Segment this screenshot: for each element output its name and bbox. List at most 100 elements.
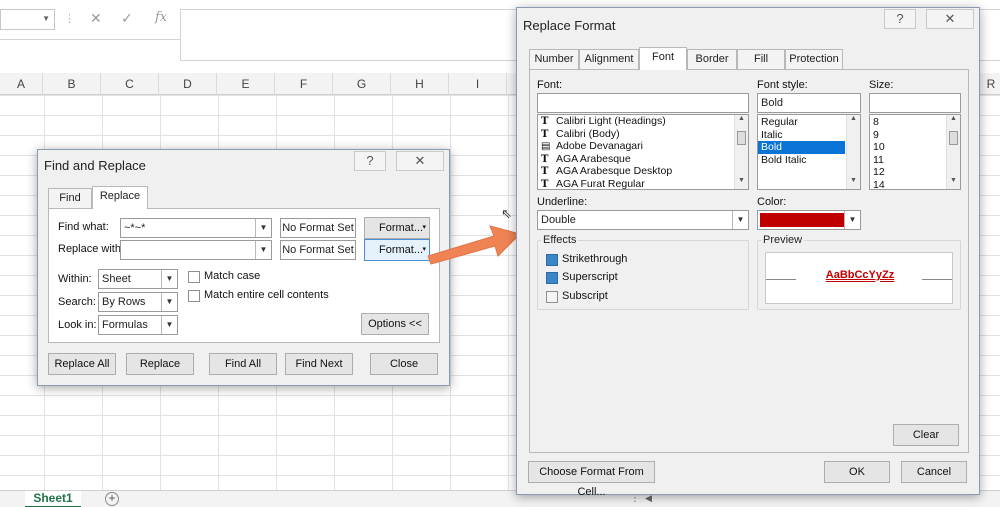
look-in-label: Look in: xyxy=(58,319,97,331)
choose-format-from-cell-button[interactable]: Choose Format From Cell... xyxy=(528,461,655,498)
close-icon[interactable]: ✕ xyxy=(926,9,974,29)
cancel-button[interactable]: Cancel xyxy=(901,461,967,483)
scroll-thumb[interactable] xyxy=(737,131,746,145)
font-name: Calibri (Body) xyxy=(556,127,620,140)
column-header[interactable]: I xyxy=(449,73,507,95)
column-header[interactable]: G xyxy=(333,73,391,95)
help-icon[interactable]: ? xyxy=(354,151,386,171)
insert-function-icon[interactable]: fx xyxy=(155,10,167,25)
column-header[interactable]: E xyxy=(217,73,275,95)
column-header[interactable]: C xyxy=(101,73,159,95)
superscript-checkbox[interactable] xyxy=(546,272,558,284)
column-header[interactable]: A xyxy=(0,73,43,95)
list-item[interactable]: T Calibri Light (Headings) xyxy=(538,115,748,128)
chevron-down-icon[interactable]: ▼ xyxy=(255,219,271,237)
find-all-button[interactable]: Find All xyxy=(209,353,277,375)
scroll-down-icon[interactable]: ▼ xyxy=(947,177,960,189)
list-item[interactable]: Bold Italic xyxy=(758,154,860,167)
preview-label: Preview xyxy=(761,234,805,246)
list-item[interactable]: ▤ Adobe Devanagari xyxy=(538,140,748,153)
font-input[interactable] xyxy=(537,93,749,113)
match-case-checkbox[interactable] xyxy=(188,271,200,283)
scroll-up-icon[interactable]: ▲ xyxy=(735,115,748,127)
scroll-thumb[interactable] xyxy=(949,131,958,145)
column-header[interactable]: H xyxy=(391,73,449,95)
column-header[interactable]: R xyxy=(982,73,1000,95)
subscript-checkbox[interactable] xyxy=(546,291,558,303)
tab-border[interactable]: Border xyxy=(687,49,737,69)
separator-dots: ⋮ xyxy=(64,13,75,25)
dialog-title: Replace Format xyxy=(523,18,616,33)
scroll-up-icon[interactable]: ▲ xyxy=(947,115,960,127)
search-select[interactable]: By Rows ▼ xyxy=(98,292,178,312)
scroll-down-icon[interactable]: ▼ xyxy=(735,177,748,189)
replace-all-button[interactable]: Replace All xyxy=(48,353,116,375)
column-header[interactable]: F xyxy=(275,73,333,95)
color-picker[interactable]: ▼ xyxy=(757,210,861,230)
close-icon[interactable]: ✕ xyxy=(396,151,444,171)
within-label: Within: xyxy=(58,273,92,285)
match-entire-label: Match entire cell contents xyxy=(204,289,329,301)
size-input[interactable] xyxy=(869,93,961,113)
truetype-icon: T xyxy=(541,178,549,190)
size-list[interactable]: 8 9 10 11 12 14 ▲ ▼ xyxy=(869,114,961,190)
column-header[interactable]: B xyxy=(43,73,101,95)
tab-font[interactable]: Font xyxy=(639,47,687,70)
list-item[interactable]: T AGA Arabesque Desktop xyxy=(538,165,748,178)
chevron-down-icon[interactable]: ▼ xyxy=(732,211,748,229)
underline-select[interactable]: Double ▼ xyxy=(537,210,749,230)
enter-check-icon[interactable]: ✓ xyxy=(121,10,133,27)
close-button[interactable]: Close xyxy=(370,353,438,375)
chevron-down-icon[interactable]: ▼ xyxy=(161,270,177,288)
list-item[interactable]: T AGA Arabesque xyxy=(538,153,748,166)
color-swatch xyxy=(760,213,844,227)
column-header[interactable]: D xyxy=(159,73,217,95)
tab-replace[interactable]: Replace xyxy=(92,186,148,209)
font-list[interactable]: T Calibri Light (Headings) T Calibri (Body… xyxy=(537,114,749,190)
list-item[interactable]: Italic xyxy=(758,129,845,142)
clear-button[interactable]: Clear xyxy=(893,424,959,446)
chevron-down-icon[interactable]: ▼ xyxy=(42,14,50,23)
list-item[interactable]: T Calibri (Body) xyxy=(538,128,748,141)
font-style-list[interactable]: Regular Italic Bold Bold Italic ▲ ▼ xyxy=(757,114,861,190)
tab-fill[interactable]: Fill xyxy=(737,49,785,69)
chevron-down-icon[interactable]: ▼ xyxy=(255,241,271,259)
match-entire-checkbox[interactable] xyxy=(188,290,200,302)
within-select[interactable]: Sheet ▼ xyxy=(98,269,178,289)
list-item[interactable]: Bold xyxy=(758,141,845,154)
look-in-select[interactable]: Formulas ▼ xyxy=(98,315,178,335)
chevron-down-icon[interactable]: ▼ xyxy=(161,293,177,311)
strikethrough-checkbox[interactable] xyxy=(546,254,558,266)
font-style-input[interactable]: Bold xyxy=(757,93,861,113)
scroll-up-icon[interactable]: ▲ xyxy=(847,115,860,127)
ok-button[interactable]: OK xyxy=(824,461,890,483)
scrollbar[interactable]: ▲ ▼ xyxy=(846,115,860,189)
tab-number[interactable]: Number xyxy=(529,49,579,69)
scrollbar[interactable]: ▲ ▼ xyxy=(946,115,960,189)
scrollbar[interactable]: ▲ ▼ xyxy=(734,115,748,189)
find-next-button[interactable]: Find Next xyxy=(285,353,353,375)
find-format-button[interactable]: Format... ▾ xyxy=(364,217,430,239)
chevron-down-icon[interactable]: ▼ xyxy=(161,316,177,334)
truetype-icon: T xyxy=(541,166,549,177)
find-what-input[interactable]: ~*~* ▼ xyxy=(120,218,272,238)
list-item[interactable]: Regular xyxy=(758,116,860,129)
tab-find[interactable]: Find xyxy=(48,188,92,208)
help-icon[interactable]: ? xyxy=(884,9,916,29)
chevron-down-icon[interactable]: ▼ xyxy=(844,211,860,229)
list-item[interactable]: T AGA Furat Regular xyxy=(538,177,748,190)
font-name: AGA Furat Regular xyxy=(556,177,645,190)
replace-button[interactable]: Replace xyxy=(126,353,194,375)
cancel-icon[interactable]: ✕ xyxy=(90,10,102,27)
scroll-down-icon[interactable]: ▼ xyxy=(847,177,860,189)
sheet-tab[interactable]: Sheet1 xyxy=(25,491,81,507)
tab-protection[interactable]: Protection xyxy=(785,49,843,69)
name-box[interactable]: ▼ xyxy=(0,9,55,30)
replace-format-button[interactable]: Format... ▾ xyxy=(364,239,430,261)
options-button[interactable]: Options << xyxy=(361,313,429,335)
tab-alignment[interactable]: Alignment xyxy=(579,49,639,69)
replace-panel: Find what: ~*~* ▼ Replace with: ▼ No Form… xyxy=(48,208,440,343)
add-sheet-icon[interactable]: + xyxy=(105,492,119,506)
dialog-title: Find and Replace xyxy=(44,158,146,173)
replace-with-input[interactable]: ▼ xyxy=(120,240,272,260)
